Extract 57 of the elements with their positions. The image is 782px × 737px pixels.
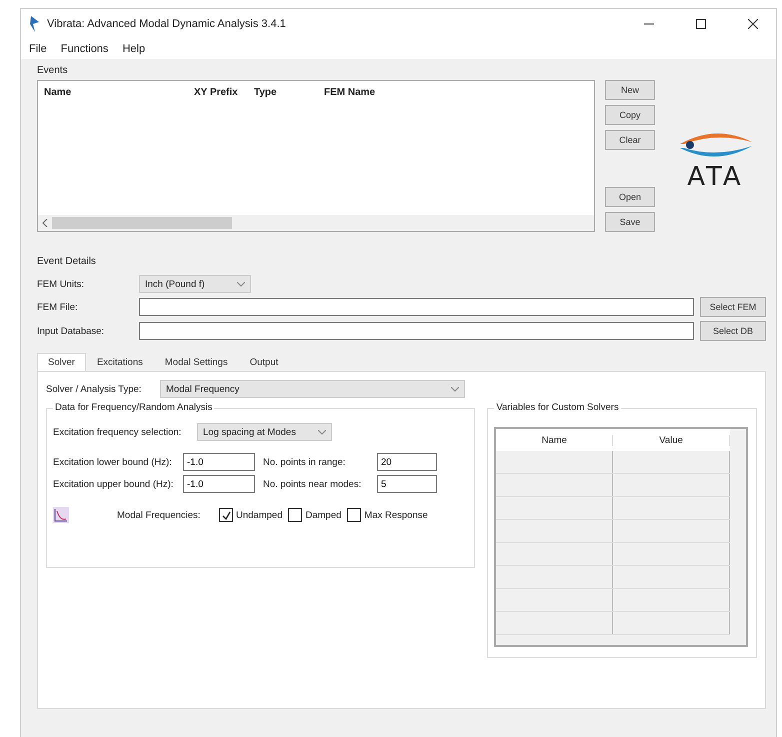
input-field[interactable]: 20: [377, 453, 437, 471]
column-header: FEM Name: [324, 87, 376, 100]
field-label: Excitation lower bound (Hz):: [53, 456, 173, 468]
close-icon: [748, 19, 758, 29]
caret-icon: [451, 386, 459, 392]
field-label: FEM File:: [37, 302, 79, 312]
analysis-type-dropdown[interactable]: Modal Frequency: [160, 380, 465, 398]
column-header: Name: [496, 434, 614, 446]
event-button[interactable]: Save: [605, 212, 655, 232]
maximize-icon: [696, 19, 706, 29]
checkbox[interactable]: Undamped: [219, 508, 282, 522]
field-label: Modal Frequencies:: [117, 510, 202, 520]
window-title: Vibrata: Advanced Modal Dynamic Analysis 3.4.1: [47, 18, 287, 30]
select-button[interactable]: Select FEM: [700, 297, 766, 317]
field-label: No. points near modes:: [263, 478, 362, 490]
event-button[interactable]: Clear: [605, 130, 655, 150]
input-field[interactable]: [139, 298, 694, 316]
field-label: Input Database:: [37, 326, 106, 336]
checkbox[interactable]: Max Response: [347, 508, 428, 522]
menu-item[interactable]: Help: [120, 43, 148, 55]
input-field[interactable]: -1.0: [183, 475, 255, 493]
group-title: Variables for Custom Solvers: [494, 402, 621, 413]
column-header: Type: [254, 87, 278, 100]
checkbox[interactable]: Damped: [288, 508, 342, 522]
check-icon: [222, 510, 230, 520]
field-label: FEM Units:: [37, 278, 85, 290]
caret-icon: [318, 430, 326, 434]
menu-item[interactable]: Functions: [58, 43, 110, 55]
input-field[interactable]: [139, 322, 694, 340]
group-title: Events: [37, 65, 69, 76]
group-title: Event Details: [37, 256, 97, 267]
units-dropdown[interactable]: Inch (Pound f): [139, 275, 251, 293]
field-label: Solver / Analysis Type:: [46, 384, 142, 394]
horizontal-scrollbar[interactable]: [38, 215, 594, 231]
event-button[interactable]: Copy: [605, 105, 655, 125]
input-field[interactable]: -1.0: [183, 453, 255, 471]
field-label: No. points in range:: [263, 456, 346, 468]
field-label: Excitation frequency selection:: [53, 426, 182, 438]
caret-icon: [237, 282, 245, 286]
column-header: Value: [613, 434, 730, 446]
app-icon: [29, 16, 41, 32]
tab[interactable]: Output: [238, 353, 290, 371]
field-label: Excitation upper bound (Hz):: [53, 478, 174, 490]
tab[interactable]: Solver: [37, 353, 86, 371]
column-header: Name: [44, 87, 72, 100]
group-title: Data for Frequency/Random Analysis: [53, 402, 214, 413]
chart-icon[interactable]: [53, 507, 69, 523]
select-button[interactable]: Select DB: [700, 321, 766, 341]
event-button[interactable]: New: [605, 80, 655, 100]
frequency-selection-dropdown[interactable]: Log spacing at Modes: [197, 423, 332, 441]
logo-text: ATA: [687, 162, 744, 192]
column-header: XY Prefix: [194, 87, 239, 100]
event-button[interactable]: Open: [605, 187, 655, 207]
tab[interactable]: Modal Settings: [154, 353, 239, 371]
input-field[interactable]: 5: [377, 475, 437, 493]
menu-item[interactable]: File: [27, 43, 49, 55]
tab[interactable]: Excitations: [86, 353, 154, 371]
